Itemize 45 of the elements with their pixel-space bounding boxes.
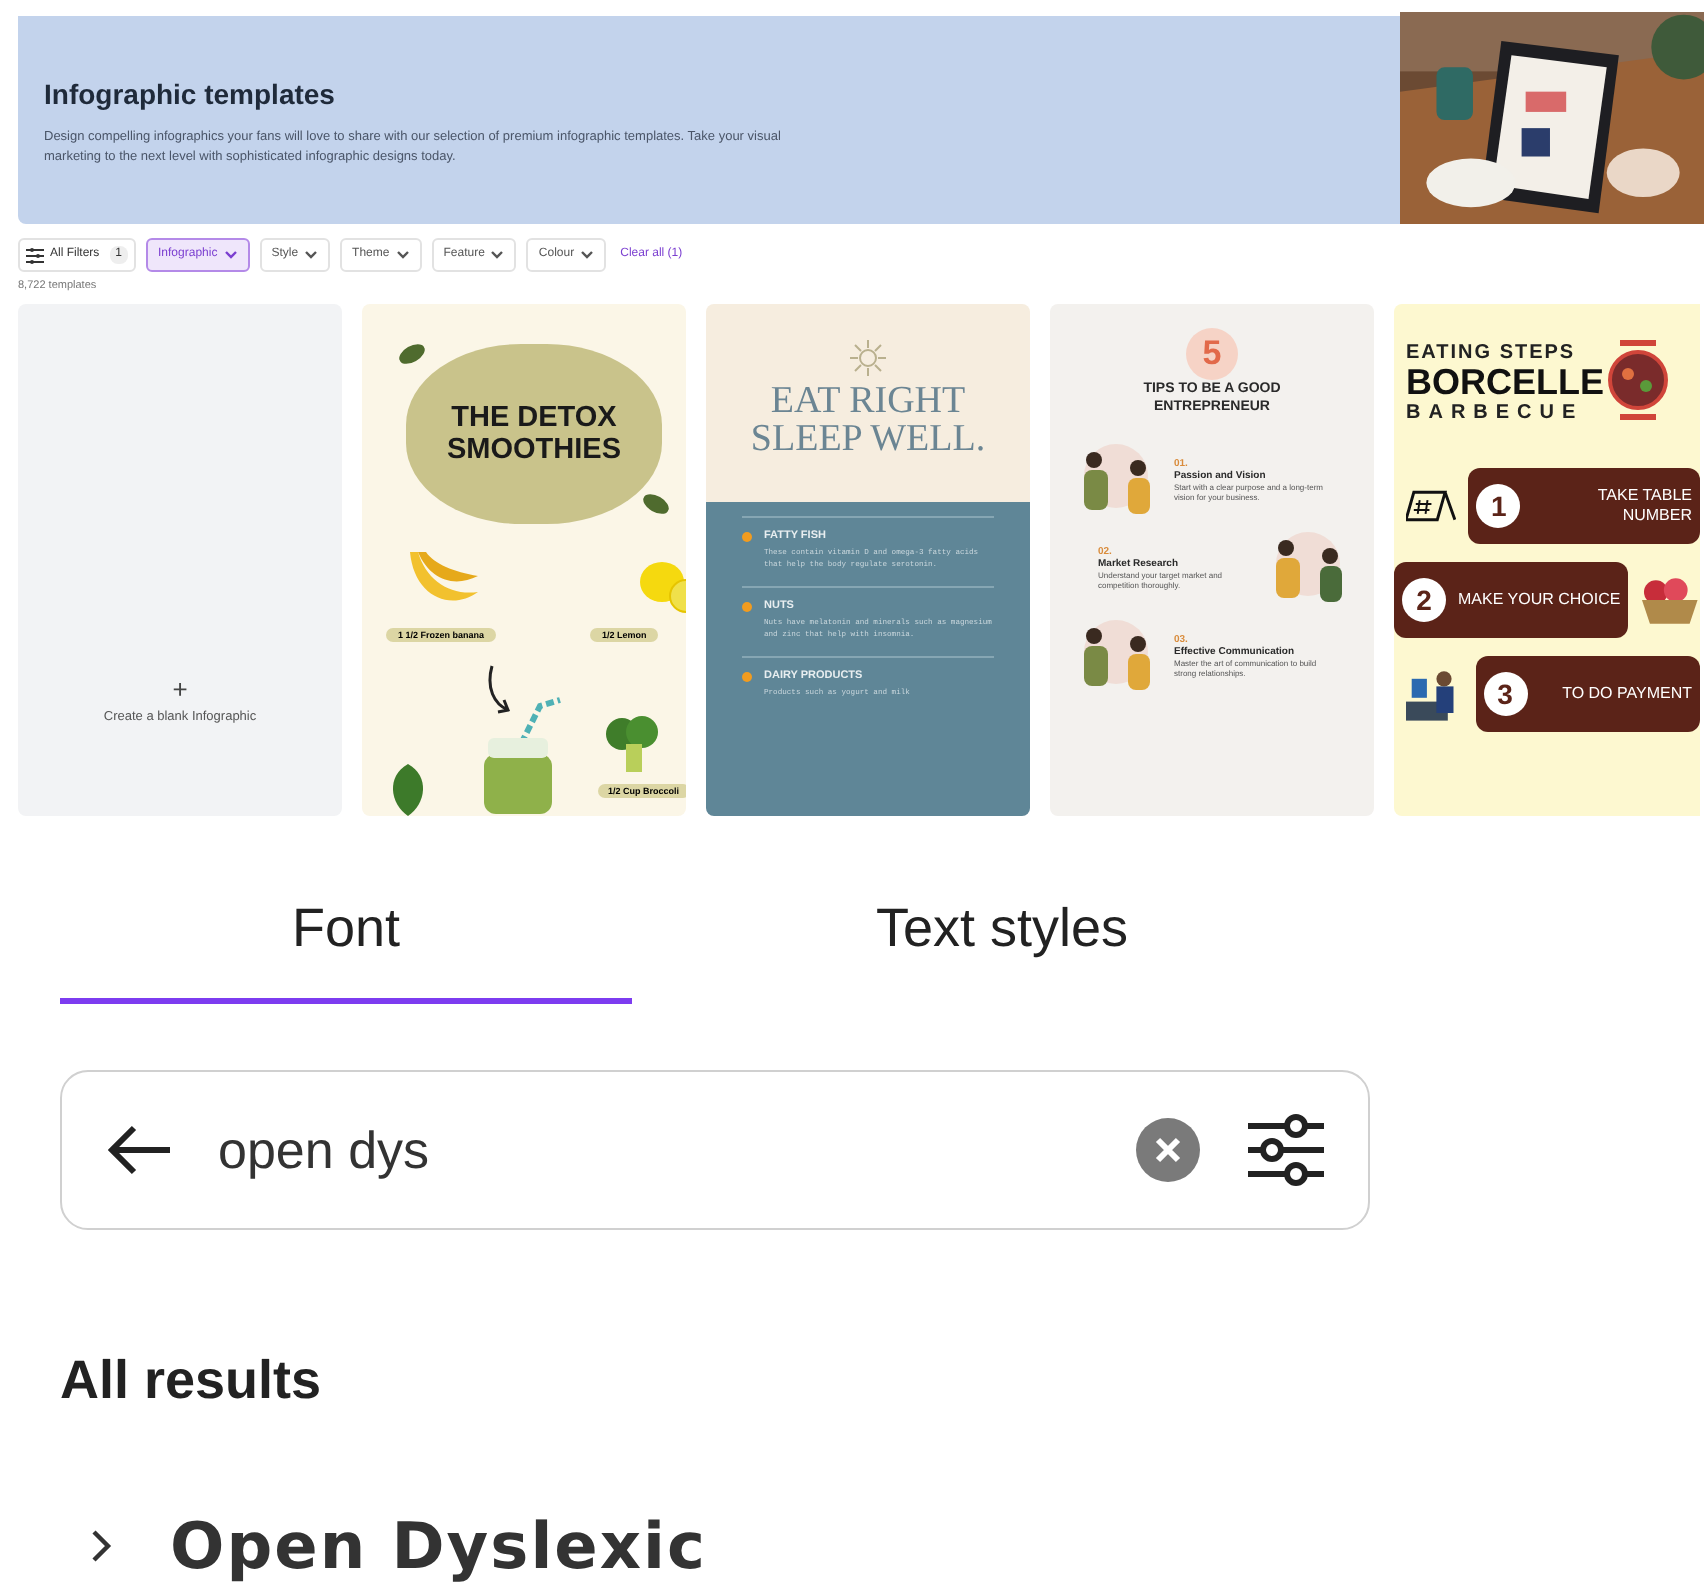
panel-tab[interactable]: Text styles: [632, 860, 1372, 1004]
clear-icon[interactable]: [1136, 1118, 1200, 1182]
template-card[interactable]: [1050, 304, 1374, 816]
template-title: BORCELLE: [1406, 363, 1604, 401]
panel-tab[interactable]: Font: [60, 860, 632, 1004]
lemon-icon: [638, 558, 686, 614]
sliders-icon[interactable]: [1248, 1114, 1324, 1186]
caret-icon: [223, 250, 238, 260]
page-title: Infographic templates: [44, 75, 337, 114]
step-text: TAKE TABLE NUMBER: [1595, 486, 1692, 526]
template-card[interactable]: EATING STEPS BORCELLE BARBECUE 1 TAKE TABLE NUMBER 2 MAKE YOUR CHOICE 3 TO DO PAYMENT: [1394, 304, 1700, 816]
template-title: THE DETOX SMOOTHIES: [444, 402, 623, 466]
step-text: MAKE YOUR CHOICE: [1458, 590, 1621, 610]
font-result-row[interactable]: Open Dyslexic: [90, 1497, 1644, 1582]
caret-icon: [580, 250, 595, 260]
sun-icon: [850, 340, 886, 376]
caret-icon: [490, 250, 505, 260]
plus-icon: +: [172, 676, 188, 703]
broccoli-icon: [602, 714, 662, 774]
bullet-icon: [742, 532, 752, 542]
section-heading: All results: [60, 1348, 324, 1414]
step-number: 1: [1476, 484, 1521, 528]
step-number: 2: [1402, 578, 1446, 622]
table-sign-icon: [1406, 488, 1457, 524]
number-badge: 5: [1186, 328, 1238, 380]
grill-icon: [1608, 340, 1668, 424]
bullet-icon: [742, 672, 752, 682]
font-name: Open Dyslexic: [170, 1505, 707, 1582]
sliders-icon: [26, 247, 44, 263]
caret-icon: [304, 250, 319, 260]
search-field[interactable]: open dys: [60, 1070, 1370, 1230]
arrow-icon: [486, 664, 514, 716]
template-card[interactable]: [706, 304, 1030, 816]
template-kicker: EATING STEPS: [1406, 341, 1578, 363]
bullet-icon: [742, 602, 752, 612]
leaf-icon: [394, 338, 430, 370]
caret-icon: [395, 250, 410, 260]
template-title: EAT RIGHT SLEEP WELL.: [748, 382, 988, 458]
back-arrow-icon: [106, 1122, 174, 1178]
search-input[interactable]: open dys: [218, 1111, 1136, 1189]
step-text: TO DO PAYMENT: [1560, 684, 1692, 704]
leaf-icon: [638, 488, 674, 520]
step-number: 3: [1483, 672, 1527, 716]
template-subtitle: BARBECUE: [1406, 401, 1586, 423]
basket-icon: [1640, 576, 1700, 624]
